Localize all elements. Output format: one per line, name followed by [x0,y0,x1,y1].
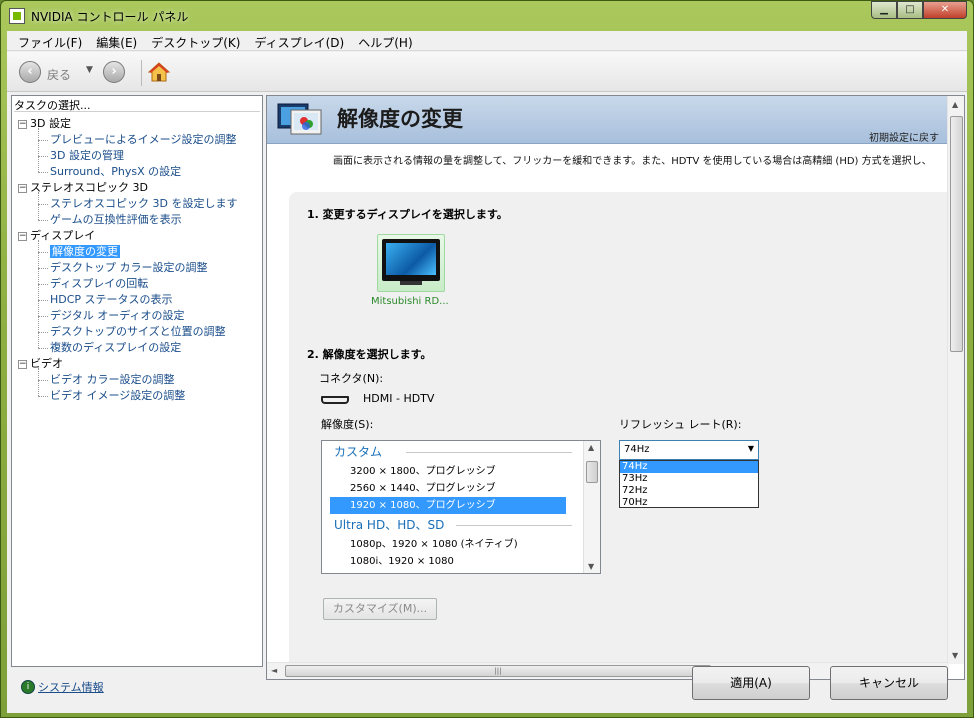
client-area: ファイル(F) 編集(E) デスクトップ(K) ディスプレイ(D) ヘルプ(H)… [7,31,967,713]
step1-title: 1. 変更するディスプレイを選択します。 [307,208,508,221]
scroll-down-icon[interactable]: ▼ [952,651,958,660]
resolution-item[interactable]: 1080p、1920 × 1080 (ネイティブ) [330,536,566,553]
tree-item-desktop-size[interactable]: デスクトップのサイズと位置の調整 [18,324,258,340]
task-tree: −3D 設定 プレビューによるイメージ設定の調整 3D 設定の管理 Surrou… [18,116,258,404]
tree-node-video[interactable]: − ビデオ [18,356,258,372]
menu-help[interactable]: ヘルプ(H) [351,31,419,50]
menu-file[interactable]: ファイル(F) [11,31,89,50]
task-panel-header: タスクの選択... [14,96,260,112]
tree-node-display[interactable]: − ディスプレイ [18,228,258,244]
tree-group-stereo: − ステレオスコピック 3D ステレオスコピック 3D を設定します ゲームの互換… [18,180,258,228]
scroll-up-icon[interactable]: ▲ [588,443,594,452]
resolution-label: 解像度(S): [321,418,374,431]
display-selector[interactable] [377,234,445,292]
home-icon[interactable] [147,60,171,84]
vertical-scroll-thumb[interactable] [950,116,963,352]
dropdown-arrow-icon: ▼ [747,444,754,453]
horizontal-scroll-thumb[interactable]: ||| [285,665,711,677]
refresh-option-73[interactable]: 73Hz [620,473,758,485]
tree-item-hdcp-status[interactable]: HDCP ステータスの表示 [18,292,258,308]
tree-item-multiple-displays[interactable]: 複数のディスプレイの設定 [18,340,258,356]
refresh-option-74[interactable]: 74Hz [620,461,758,473]
tree-item-game-compat[interactable]: ゲームの互換性評価を表示 [18,212,258,228]
collapse-icon[interactable]: − [18,119,27,129]
refresh-option-70[interactable]: 70Hz [620,497,758,509]
info-icon: i [21,680,35,694]
cancel-button[interactable]: キャンセル [830,666,948,700]
page-header: 解像度の変更 初期設定に戻す [267,96,947,144]
restore-defaults-link[interactable]: 初期設定に戻す [869,129,939,144]
hdmi-connector-icon [321,396,349,404]
resolution-item[interactable]: 3200 × 1800、プログレッシブ [330,463,566,480]
content-vertical-scrollbar[interactable]: ▲ ▼ [947,96,964,664]
collapse-icon[interactable]: − [18,183,27,193]
back-arrow-icon[interactable]: ‹ [19,61,41,83]
page-title: 解像度の変更 [337,107,463,131]
menu-display[interactable]: ディスプレイ(D) [247,31,351,50]
resolution-list-scrollbar[interactable]: ▲ ▼ [583,441,600,573]
nvidia-app-icon [9,8,25,24]
collapse-icon[interactable]: − [18,231,27,241]
scroll-thumb[interactable] [586,461,598,483]
tree-item-desktop-color[interactable]: デスクトップ カラー設定の調整 [18,260,258,276]
resolution-group-custom: カスタム [322,441,600,463]
refresh-rate-select[interactable]: 74Hz ▼ [619,440,759,460]
tree-item-rotate-display[interactable]: ディスプレイの回転 [18,276,258,292]
tree-item-surround-physx[interactable]: Surround、PhysX の設定 [18,164,258,180]
apply-button[interactable]: 適用(A) [692,666,810,700]
content-panel: 解像度の変更 初期設定に戻す 画面に表示される情報の量を調整して、フリッカーを緩… [266,95,965,680]
toolbar-separator [141,60,142,86]
tree-node-stereoscopic[interactable]: − ステレオスコピック 3D [18,180,258,196]
tree-item-manage-3d[interactable]: 3D 設定の管理 [18,148,258,164]
connector-label: コネクタ(N): [319,372,384,385]
maximize-button[interactable]: □ [897,1,923,19]
tree-item-video-color[interactable]: ビデオ カラー設定の調整 [18,372,258,388]
resolution-item[interactable]: 2560 × 1440、プログレッシブ [330,480,566,497]
tree-item-preview-image[interactable]: プレビューによるイメージ設定の調整 [18,132,258,148]
page-description: 画面に表示される情報の量を調整して、フリッカーを緩和できます。また、HDTV を… [333,156,932,167]
tree-item-setup-stereo[interactable]: ステレオスコピック 3D を設定します [18,196,258,212]
tree-item-change-resolution[interactable]: 解像度の変更 [18,244,258,260]
minimize-button[interactable]: ▁ [871,1,897,19]
window-title: NVIDIA コントロール パネル [31,10,189,24]
task-panel: タスクの選択... −3D 設定 プレビューによるイメージ設定の調整 3D 設定… [11,95,263,667]
resolution-group-hd: Ultra HD、HD、SD [322,514,600,536]
tree-group-3d: −3D 設定 プレビューによるイメージ設定の調整 3D 設定の管理 Surrou… [18,116,258,180]
title-bar[interactable]: NVIDIA コントロール パネル ▁ □ ✕ [1,1,973,31]
monitor-icon [382,239,440,281]
resolution-item[interactable]: 1080i、1920 × 1080 [330,553,566,570]
tree-item-video-image[interactable]: ビデオ イメージ設定の調整 [18,388,258,404]
refresh-option-72[interactable]: 72Hz [620,485,758,497]
tree-item-digital-audio[interactable]: デジタル オーディオの設定 [18,308,258,324]
customize-button[interactable]: カスタマイズ(M)... [323,598,437,620]
menu-bar: ファイル(F) 編集(E) デスクトップ(K) ディスプレイ(D) ヘルプ(H) [7,31,967,51]
menu-desktop[interactable]: デスクトップ(K) [144,31,247,50]
step2-title: 2. 解像度を選択します。 [307,348,432,361]
settings-box: 1. 変更するディスプレイを選択します。 Mitsubishi RD... 2.… [289,192,949,662]
nvidia-control-panel-window: NVIDIA コントロール パネル ▁ □ ✕ ファイル(F) 編集(E) デス… [0,0,974,718]
connector-value: HDMI - HDTV [363,392,435,405]
system-info-link[interactable]: i システム情報 [21,679,104,695]
collapse-icon[interactable]: − [18,359,27,369]
forward-arrow-icon[interactable]: › [103,61,125,83]
refresh-rate-label: リフレッシュ レート(R): [619,418,742,431]
tree-group-video: − ビデオ ビデオ カラー設定の調整 ビデオ イメージ設定の調整 [18,356,258,404]
toolbar: ‹ 戻る ▼ › [7,52,967,92]
system-info-label[interactable]: システム情報 [38,679,104,695]
history-dropdown-icon[interactable]: ▼ [86,65,93,75]
display-name[interactable]: Mitsubishi RD... [371,296,449,307]
scroll-up-icon[interactable]: ▲ [952,100,958,109]
resolution-list[interactable]: カスタム 3200 × 1800、プログレッシブ 2560 × 1440、プログ… [321,440,601,574]
tree-group-display: − ディスプレイ 解像度の変更 デスクトップ カラー設定の調整 ディスプレイの回転… [18,228,258,356]
display-settings-icon [277,103,322,135]
refresh-rate-dropdown[interactable]: 74Hz 73Hz 72Hz 70Hz [619,460,759,508]
close-button[interactable]: ✕ [923,1,967,19]
back-label[interactable]: 戻る [47,66,71,83]
scroll-left-icon[interactable]: ◄ [271,666,277,675]
menu-edit[interactable]: 編集(E) [89,31,144,50]
tree-node-3d-settings[interactable]: −3D 設定 [18,116,258,132]
scroll-down-icon[interactable]: ▼ [588,562,594,571]
resolution-item-selected[interactable]: 1920 × 1080、プログレッシブ [330,497,566,514]
